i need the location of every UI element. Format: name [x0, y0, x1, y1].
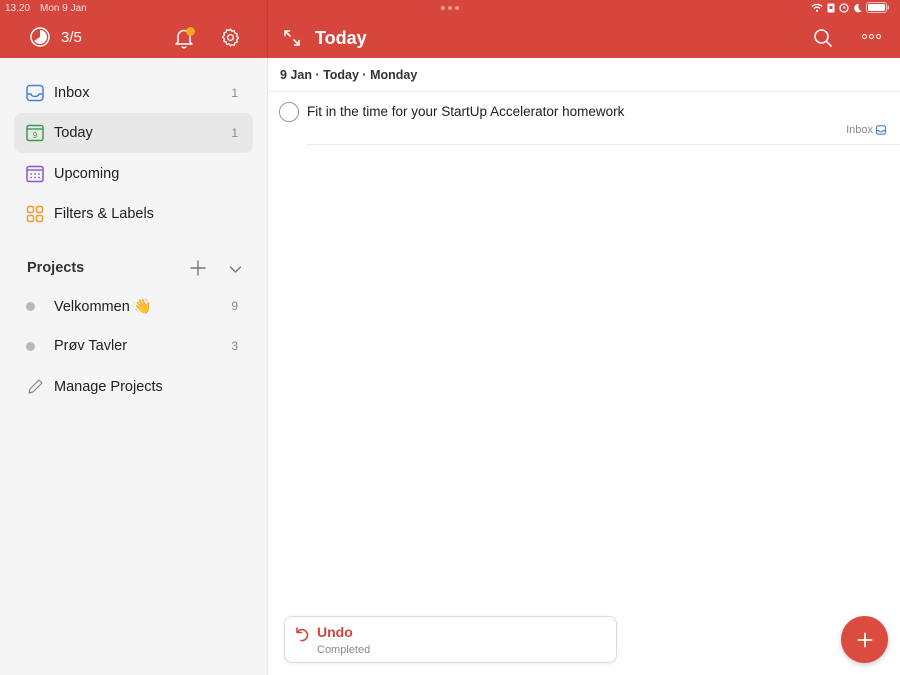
sidebar-item-count: 1: [231, 86, 238, 100]
settings-button[interactable]: [220, 27, 241, 53]
progress-pie-icon: [30, 27, 50, 47]
undo-message: Completed: [317, 644, 371, 656]
sidebar-item-today[interactable]: 9 Today 1: [14, 113, 253, 153]
date-section-header: 9 Jan · Today · Monday: [268, 58, 900, 92]
notification-badge: [186, 27, 195, 36]
pencil-icon: [28, 379, 43, 394]
sidebar-item-label: Today: [54, 125, 93, 141]
project-count: 3: [231, 339, 238, 353]
filters-grid-icon: [26, 205, 44, 223]
task-project-label: Inbox: [846, 124, 886, 136]
task-title[interactable]: Fit in the time for your StartUp Acceler…: [307, 104, 624, 119]
more-options-button[interactable]: [862, 34, 881, 39]
sidebar-item-inbox[interactable]: Inbox 1: [14, 73, 253, 113]
inbox-icon: [876, 125, 886, 135]
status-date: Mon 9 Jan: [40, 3, 87, 14]
add-task-button[interactable]: [841, 616, 888, 663]
chevron-down-icon: [229, 266, 242, 273]
expand-arrows-icon: [284, 30, 300, 46]
screen-lock-icon: [827, 3, 835, 12]
alarm-icon: [839, 2, 849, 13]
manage-projects-button[interactable]: Manage Projects: [14, 367, 253, 407]
more-options-icon: [862, 34, 867, 39]
collapse-projects-button[interactable]: [229, 262, 242, 280]
status-time: 13.20: [5, 3, 31, 14]
search-button[interactable]: [813, 28, 833, 53]
gear-icon: [221, 28, 240, 47]
plus-icon: [857, 632, 872, 647]
sidebar-item-label: Filters & Labels: [54, 206, 154, 222]
multitasking-handle[interactable]: [441, 6, 459, 10]
task-divider: [307, 144, 900, 145]
karma-progress-text: 3/5: [61, 28, 82, 46]
project-label: Prøv Tavler: [54, 338, 128, 354]
project-label: Velkommen 👋: [54, 298, 152, 315]
page-title: Today: [315, 28, 367, 48]
status-icons: [811, 2, 890, 13]
task-complete-checkbox[interactable]: [279, 102, 299, 122]
undo-arrow-icon: [296, 627, 309, 642]
svg-text:9: 9: [33, 131, 38, 140]
task-row[interactable]: Fit in the time for your StartUp Acceler…: [268, 92, 900, 145]
app-header-bar: 13.20 Mon 9 Jan 3/5 Today: [0, 0, 900, 58]
project-item-prov-tavler[interactable]: Prøv Tavler 3: [14, 326, 253, 366]
calendar-upcoming-icon: [26, 165, 44, 183]
expand-button[interactable]: [282, 28, 302, 53]
do-not-disturb-moon-icon: [854, 3, 862, 12]
sidebar-item-filters-labels[interactable]: Filters & Labels: [14, 194, 253, 234]
header-divider: [267, 0, 268, 58]
undo-button[interactable]: Undo: [317, 624, 353, 640]
calendar-today-icon: 9: [26, 124, 44, 142]
sidebar-item-count: 1: [231, 126, 238, 140]
task-project-name: Inbox: [846, 124, 873, 136]
sidebar-item-upcoming[interactable]: Upcoming: [14, 154, 253, 194]
search-icon: [814, 29, 832, 47]
project-item-velkommen[interactable]: Velkommen 👋 9: [14, 286, 253, 326]
manage-projects-label: Manage Projects: [54, 379, 163, 395]
inbox-icon: [26, 84, 44, 102]
projects-heading[interactable]: Projects: [27, 260, 84, 276]
plus-icon: [190, 260, 206, 276]
project-count: 9: [231, 299, 238, 313]
wifi-icon: [811, 3, 823, 12]
battery-icon: [866, 2, 889, 13]
sidebar-item-label: Upcoming: [54, 166, 120, 182]
sidebar-item-label: Inbox: [54, 85, 90, 101]
date-section-label: 9 Jan · Today · Monday: [280, 68, 418, 82]
sidebar: Inbox 1 9 Today 1 Upcoming Filters & Lab…: [0, 58, 267, 675]
karma-progress[interactable]: 3/5: [30, 27, 82, 47]
project-color-dot: [26, 342, 35, 351]
sidebar-divider: [267, 58, 268, 675]
add-project-button[interactable]: [190, 260, 206, 281]
undo-toast[interactable]: Undo Completed: [284, 616, 617, 663]
project-color-dot: [26, 302, 35, 311]
